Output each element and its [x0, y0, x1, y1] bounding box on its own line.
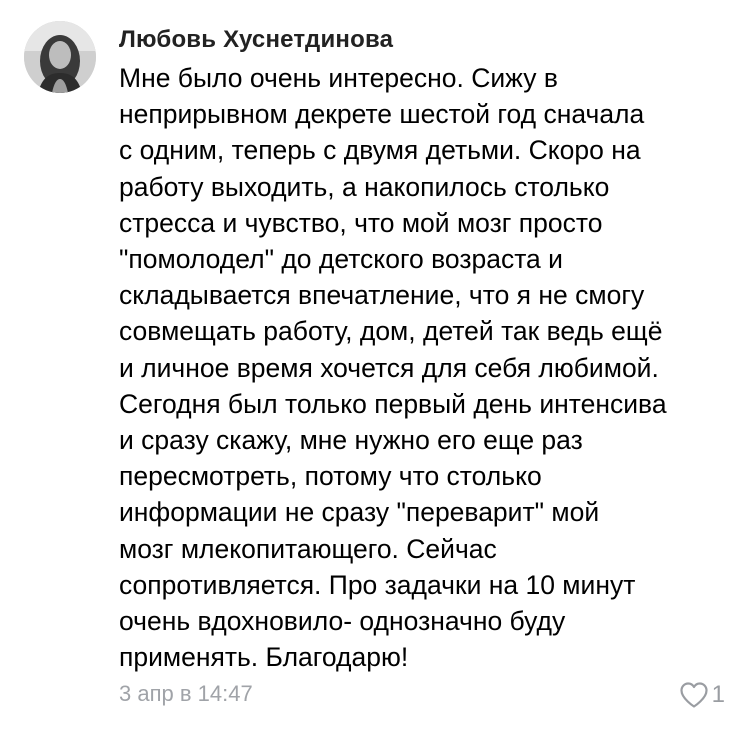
comment-text-line: применять. Благодарю!: [119, 642, 409, 673]
comment-text-line: работу выходить, а накопилось столько: [119, 171, 610, 202]
comment-text-line: "помолодел" до детского возраста и: [119, 244, 563, 275]
comment-text-line: информации не сразу "переварит" мой: [119, 497, 600, 528]
comment-text-line: сопротивляется. Про задачки на 10 минут: [119, 569, 636, 600]
comment-text-line: мозг млекопитающего. Сейчас: [119, 533, 497, 564]
like-button[interactable]: 1: [679, 679, 725, 711]
avatar-photo: [24, 21, 96, 93]
comment-text-line: Сегодня был только первый день интенсива: [119, 388, 667, 419]
comment: Любовь Хуснетдинова Мне было очень интер…: [0, 0, 750, 737]
heart-outline-icon: [680, 682, 708, 708]
comment-text-line: неприрывном декрете шестой год сначала: [119, 99, 645, 130]
comment-text-line: и личное время хочется для себя любимой.: [119, 352, 659, 383]
comment-text-line: и сразу скажу, мне нужно его еще раз: [119, 425, 583, 456]
comment-text-line: с одним, теперь с двумя детьми. Скоро на: [119, 135, 641, 166]
comment-date[interactable]: 3 апр в 14:47: [119, 681, 253, 707]
comment-footer: 3 апр в 14:47 1: [119, 679, 725, 711]
comment-text-line: совмещать работу, дом, детей так ведь ещ…: [119, 316, 663, 347]
comment-text-line: очень вдохновило- однозначно буду: [119, 606, 566, 637]
like-count: 1: [711, 681, 725, 708]
comment-text: Мне было очень интересно. Сижу в неприры…: [119, 60, 729, 675]
comment-text-line: Мне было очень интересно. Сижу в: [119, 63, 558, 93]
avatar[interactable]: [24, 21, 96, 93]
comment-text-line: стресса и чувство, что мой мозг просто: [119, 207, 603, 238]
author-name[interactable]: Любовь Хуснетдинова: [119, 26, 393, 54]
comment-text-line: складывается впечатление, что я не смогу: [119, 280, 645, 311]
comment-text-line: пересмотреть, потому что столько: [119, 461, 542, 492]
